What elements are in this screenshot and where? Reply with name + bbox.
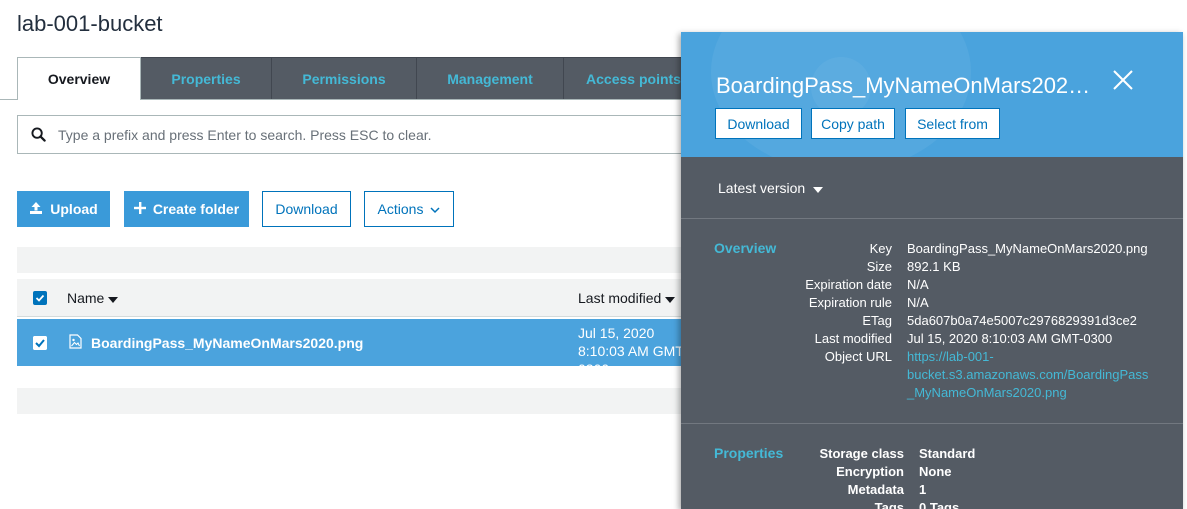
properties-section-label: Properties (714, 445, 784, 461)
column-header-last-modified-label: Last modified (578, 289, 662, 306)
search-icon (18, 127, 58, 142)
create-folder-label: Create folder (152, 201, 240, 217)
search-input[interactable] (58, 126, 678, 143)
section-divider (681, 423, 1183, 424)
row-checkbox[interactable] (33, 335, 47, 350)
tab-divider-left (0, 99, 18, 100)
field-expiration-date-value: N/A (907, 277, 929, 292)
field-storage-class-label: Storage class (819, 446, 904, 461)
field-key-value: BoardingPass_MyNameOnMars2020.png (907, 241, 1148, 256)
field-last-modified-value: Jul 15, 2020 8:10:03 AM GMT-0300 (907, 331, 1113, 346)
table-bottom-band (17, 388, 707, 414)
tab-divider (141, 99, 701, 100)
table-top-band (17, 247, 707, 273)
chevron-down-icon (430, 201, 440, 217)
object-url-line: bucket.s3.amazonaws.com/BoardingPass (907, 367, 1149, 382)
sort-caret-icon (108, 290, 119, 306)
version-label: Latest version (718, 180, 806, 196)
version-dropdown[interactable]: Latest version (718, 180, 824, 196)
actions-button[interactable]: Actions (364, 191, 454, 227)
field-size-value: 892.1 KB (907, 259, 961, 274)
field-encryption-label: Encryption (836, 464, 904, 479)
column-header-last-modified[interactable]: Last modified (578, 289, 676, 306)
object-url-link[interactable]: https://lab-001- bucket.s3.amazonaws.com… (907, 348, 1157, 402)
section-divider (681, 218, 1183, 219)
upload-button[interactable]: Upload (17, 191, 110, 227)
field-tags-value: 0 Tags (919, 500, 960, 509)
close-icon[interactable] (1113, 70, 1133, 90)
tab-overview[interactable]: Overview (17, 57, 141, 100)
sort-caret-icon (665, 290, 676, 306)
tab-permissions[interactable]: Permissions (272, 57, 417, 100)
field-storage-class-value: Standard (919, 446, 976, 461)
field-expiration-rule-value: N/A (907, 295, 929, 310)
field-object-url-label: Object URL (824, 349, 892, 364)
last-modified-value: Jul 15, 2020 8:10:03 AM GMT-0300 (578, 325, 688, 377)
field-expiration-date-label: Expiration date (805, 277, 892, 292)
select-all-checkbox[interactable] (33, 290, 47, 305)
table-header: Name Last modified (17, 279, 707, 317)
panel-download-button[interactable]: Download (715, 108, 802, 139)
table-row[interactable]: BoardingPass_MyNameOnMars2020.png Jul 15… (17, 319, 707, 377)
column-header-name[interactable]: Name (67, 289, 119, 306)
field-last-modified-label: Last modified (814, 331, 892, 346)
field-expiration-rule-label: Expiration rule (808, 295, 892, 310)
upload-label: Upload (50, 201, 98, 217)
panel-header: BoardingPass_MyNameOnMars2020.png Downlo… (681, 32, 1183, 157)
image-file-icon (69, 333, 82, 352)
copy-path-button[interactable]: Copy path (811, 108, 895, 139)
column-header-name-label: Name (67, 289, 105, 306)
download-button[interactable]: Download (262, 191, 351, 227)
panel-title: BoardingPass_MyNameOnMars2020.png (716, 73, 1096, 98)
page-title: lab-001-bucket (17, 11, 163, 36)
tab-management[interactable]: Management (417, 57, 564, 100)
field-encryption-value: None (919, 464, 952, 479)
object-details-panel: BoardingPass_MyNameOnMars2020.png Downlo… (681, 32, 1183, 509)
overview-section-label: Overview (714, 240, 777, 256)
caret-down-icon (813, 180, 824, 196)
tab-bar: Overview Properties Permissions Manageme… (17, 57, 704, 100)
field-etag-label: ETag (862, 313, 892, 328)
file-name-label: BoardingPass_MyNameOnMars2020.png (91, 334, 364, 351)
search-box (17, 115, 707, 154)
tab-properties[interactable]: Properties (141, 57, 272, 100)
field-key-label: Key (869, 241, 892, 256)
field-size-label: Size (866, 259, 892, 274)
object-url-line: _MyNameOnMars2020.png (907, 385, 1067, 400)
field-etag-value: 5da607b0a74e5007c2976829391d3ce2 (907, 313, 1137, 328)
object-url-line: https://lab-001- (907, 349, 994, 364)
actions-label: Actions (377, 201, 424, 217)
select-from-button[interactable]: Select from (905, 108, 1000, 139)
file-name-link[interactable]: BoardingPass_MyNameOnMars2020.png (69, 333, 364, 352)
upload-icon (29, 201, 43, 218)
create-folder-button[interactable]: Create folder (124, 191, 249, 227)
field-metadata-label: Metadata (847, 482, 904, 497)
plus-icon (133, 201, 146, 217)
field-tags-label: Tags (874, 500, 904, 509)
field-metadata-value: 1 (919, 482, 927, 497)
